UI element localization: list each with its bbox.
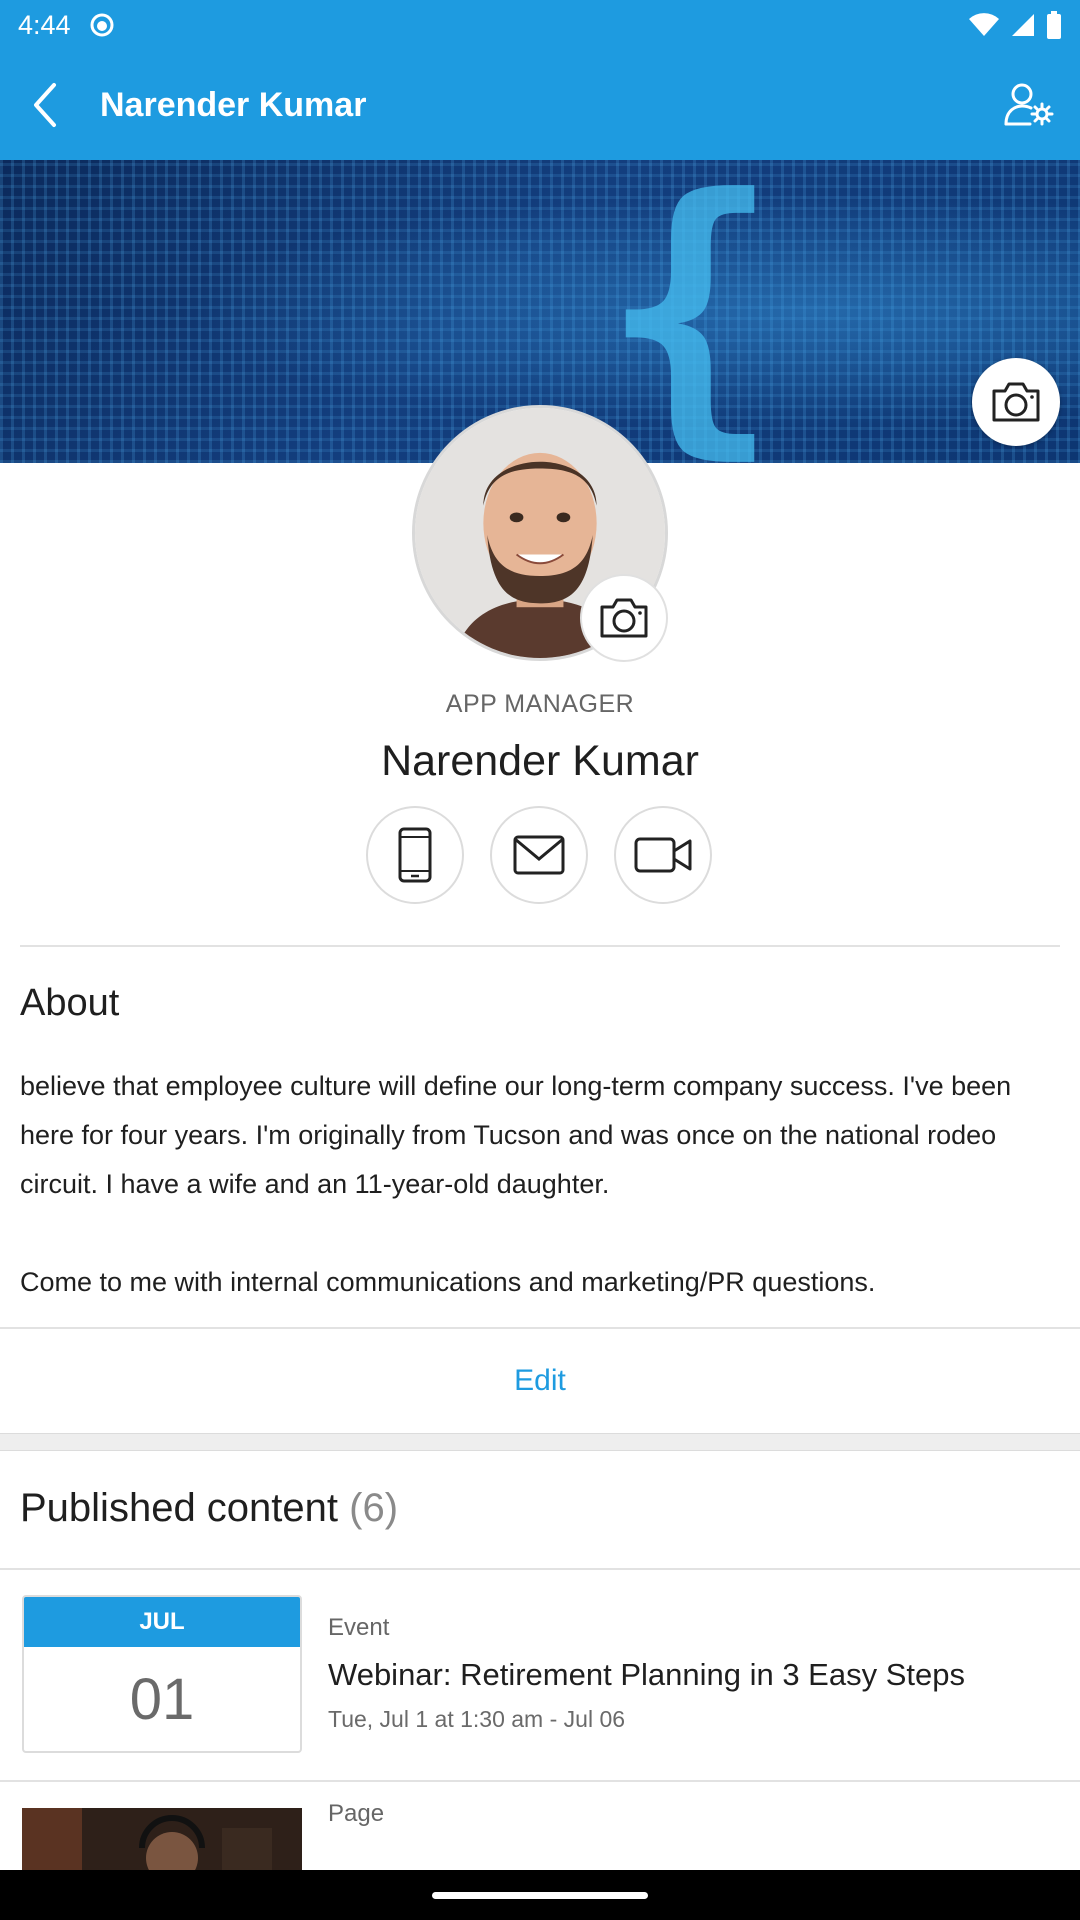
published-content-heading: Published content (6) — [20, 1486, 398, 1531]
home-gesture-handle[interactable] — [432, 1892, 648, 1899]
contact-actions — [366, 806, 712, 904]
status-right-icons — [968, 11, 1062, 39]
profile-role: APP MANAGER — [445, 690, 635, 718]
page-thumbnail — [22, 1808, 302, 1870]
item-subtitle: Tue, Jul 1 at 1:30 am - Jul 06 — [328, 1706, 626, 1732]
call-button[interactable] — [366, 806, 464, 904]
app-bar: Narender Kumar — [0, 50, 1080, 160]
user-settings-icon — [1004, 83, 1054, 126]
event-day: 01 — [129, 1666, 195, 1732]
status-time: 4:44 — [18, 9, 71, 40]
battery-icon — [1047, 11, 1061, 39]
event-month: JUL — [24, 1597, 300, 1647]
about-text: believe that employee culture will defin… — [20, 1071, 1012, 1297]
email-button[interactable] — [490, 806, 588, 904]
page-title: Narender Kumar — [100, 85, 367, 124]
divider — [20, 945, 1060, 947]
camera-icon — [600, 598, 648, 638]
list-item-page[interactable]: Page — [0, 1782, 1080, 1870]
email-icon — [513, 835, 565, 875]
section-separator — [0, 1433, 1080, 1451]
about-heading: About — [20, 982, 120, 1024]
back-arrow-icon — [34, 83, 56, 127]
edit-button[interactable]: Edit — [0, 1329, 1080, 1433]
published-content-title: Published content — [20, 1486, 339, 1530]
phone-icon — [398, 827, 432, 883]
cover-photo-button[interactable] — [972, 358, 1060, 446]
avatar-photo-button[interactable] — [580, 574, 668, 662]
wifi-icon — [969, 13, 999, 36]
video-call-icon — [634, 837, 692, 873]
item-type: Page — [328, 1800, 385, 1827]
system-nav-bar — [0, 1870, 1080, 1920]
camera-icon — [992, 382, 1040, 422]
item-type: Event — [328, 1614, 390, 1641]
user-settings-button[interactable] — [980, 50, 1080, 160]
list-item-event[interactable]: JUL 01 Event Webinar: Retirement Plannin… — [0, 1570, 1080, 1782]
profile-name: Narender Kumar — [381, 737, 699, 785]
status-bar: 4:44 — [0, 0, 1080, 50]
signal-icon — [1012, 14, 1034, 36]
published-content-count: (6) — [349, 1486, 399, 1530]
item-title: Webinar: Retirement Planning in 3 Easy S… — [328, 1657, 965, 1692]
back-button[interactable] — [0, 50, 90, 160]
thumbnail-image — [22, 1808, 302, 1870]
video-call-button[interactable] — [614, 806, 712, 904]
event-date-badge: JUL 01 — [22, 1595, 302, 1753]
app-notification-icon — [90, 13, 114, 37]
